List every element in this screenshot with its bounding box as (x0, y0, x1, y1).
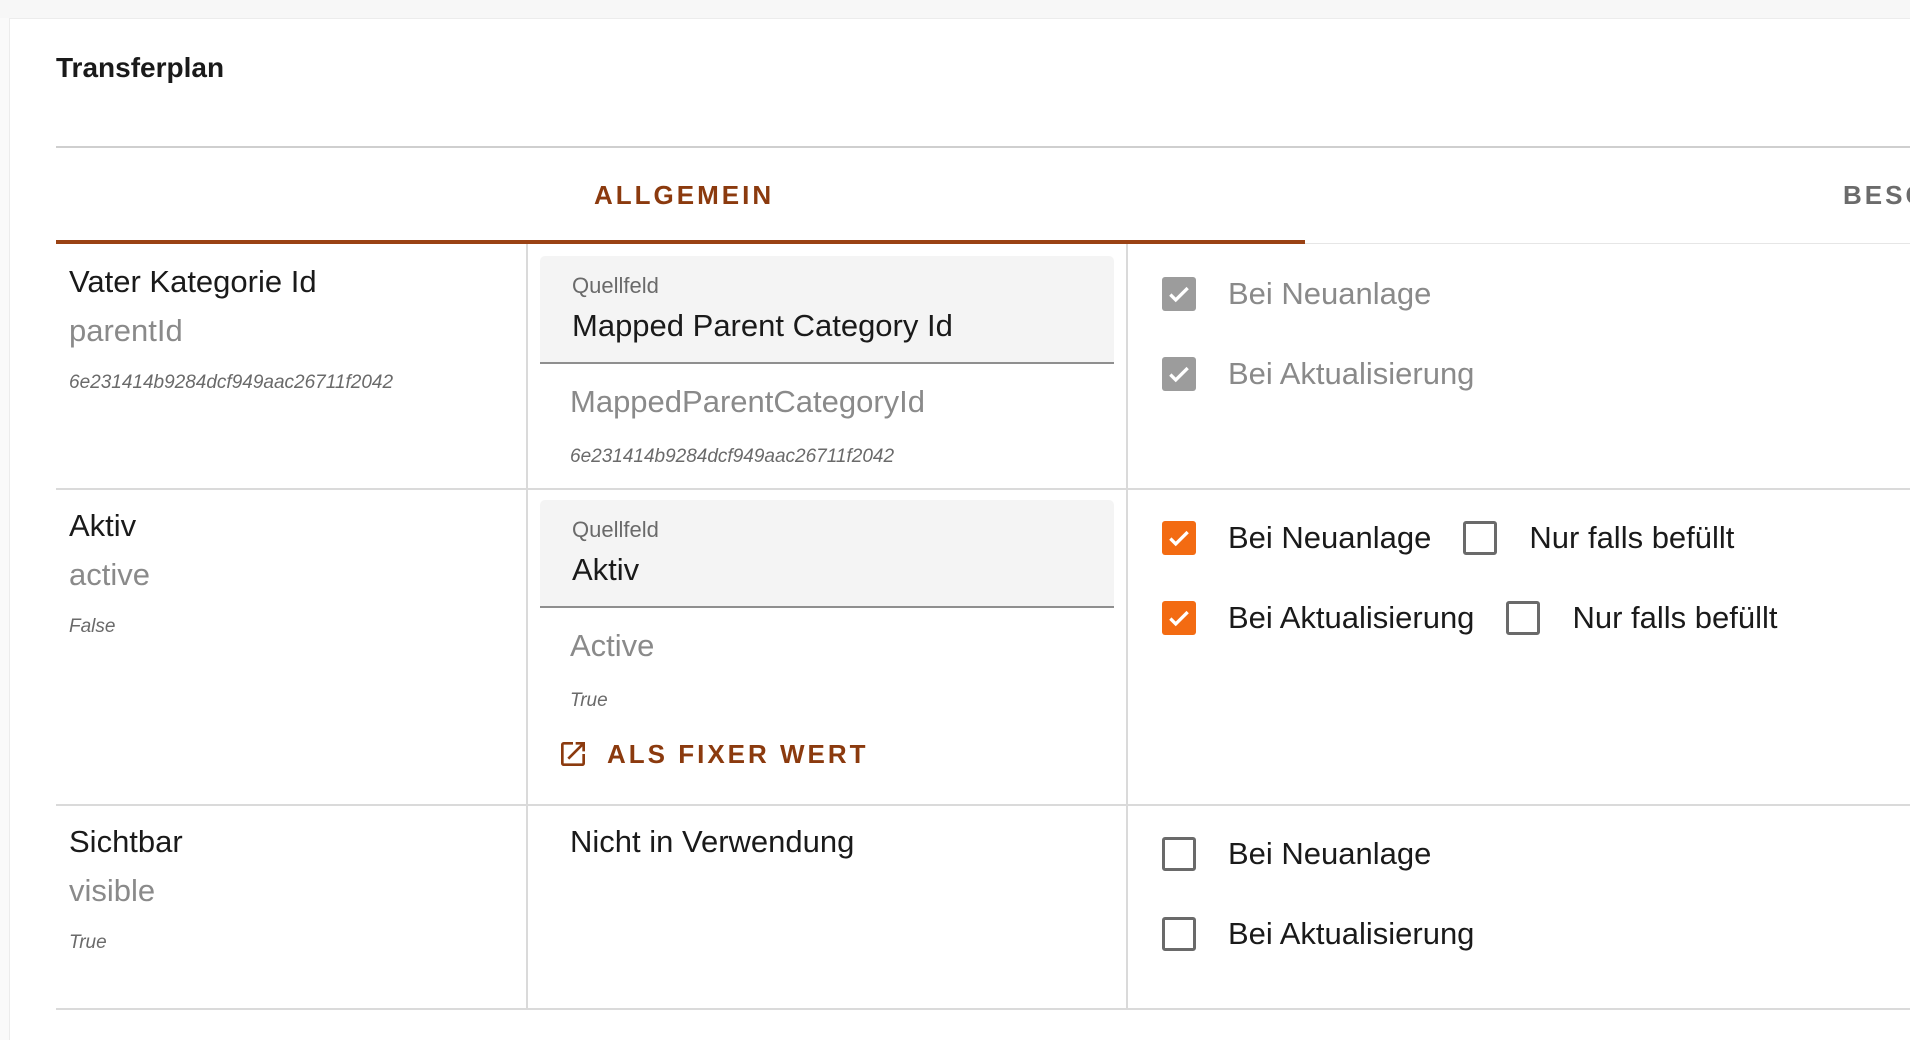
target-field-value: True (570, 690, 608, 711)
field-id: 6e231414b9284dcf949aac26711f2042 (69, 372, 394, 393)
left-edge (0, 18, 10, 1040)
checkbox-label: Bei Aktualisierung (1228, 916, 1475, 951)
option-on-create: Bei Neuanlage (1162, 276, 1431, 312)
row-divider (56, 1008, 1910, 1010)
checkbox-on-update[interactable] (1162, 917, 1196, 951)
mapping-grid: Vater Kategorie Id parentId 6e231414b928… (56, 244, 1910, 1010)
check-icon (1169, 530, 1189, 547)
column-divider (526, 244, 528, 1010)
target-field-value: 6e231414b9284dcf949aac26711f2042 (570, 446, 895, 467)
checkbox-label: Bei Aktualisierung (1228, 356, 1475, 391)
source-field-caption: Quellfeld (572, 273, 659, 298)
source-field-value: Mapped Parent Category Id (572, 308, 953, 343)
check-icon (1169, 286, 1189, 303)
field-key: parentId (69, 313, 183, 348)
checkbox-on-create[interactable] (1162, 837, 1196, 871)
source-field-caption: Quellfeld (572, 517, 659, 542)
check-icon (1169, 366, 1189, 383)
checkbox-on-create-only-if-filled[interactable] (1463, 521, 1498, 555)
as-fixed-value-button[interactable]: ALS FIXER WERT (557, 738, 869, 770)
option-on-update: Bei Aktualisierung (1162, 356, 1474, 392)
source-field-select[interactable]: Quellfeld Mapped Parent Category Id (540, 256, 1114, 364)
source-field-value: Aktiv (572, 552, 640, 587)
checkbox-label: Nur falls befüllt (1529, 520, 1735, 555)
top-bar (0, 0, 1910, 19)
row-divider (56, 804, 1910, 806)
checkbox-on-update-only-if-filled[interactable] (1506, 601, 1541, 635)
field-label: Sichtbar (69, 824, 183, 859)
checkbox-on-create[interactable] (1162, 277, 1196, 311)
not-in-use-text: Nicht in Verwendung (570, 824, 855, 859)
checkbox-label: Bei Aktualisierung (1228, 600, 1475, 635)
tab-allgemein[interactable]: ALLGEMEIN (594, 180, 774, 211)
option-on-update: Bei Aktualisierung Nur falls befüllt (1162, 600, 1777, 636)
option-on-update: Bei Aktualisierung (1162, 916, 1474, 952)
row-divider (56, 488, 1910, 490)
field-label: Vater Kategorie Id (69, 264, 317, 299)
checkbox-on-update[interactable] (1162, 601, 1196, 635)
as-fixed-value-label: ALS FIXER WERT (607, 738, 869, 769)
checkbox-label: Bei Neuanlage (1228, 520, 1432, 555)
title-divider (56, 146, 1910, 148)
column-divider (1126, 244, 1128, 1010)
option-on-create: Bei Neuanlage Nur falls befüllt (1162, 520, 1734, 556)
checkbox-label: Bei Neuanlage (1228, 276, 1432, 311)
field-key: visible (69, 873, 156, 908)
field-label: Aktiv (69, 508, 137, 543)
target-field-name: MappedParentCategoryId (570, 384, 926, 419)
field-id: True (69, 932, 107, 953)
field-id: False (69, 616, 116, 637)
checkbox-label: Nur falls befüllt (1572, 600, 1778, 635)
checkbox-label: Bei Neuanlage (1228, 836, 1432, 871)
checkbox-on-update[interactable] (1162, 357, 1196, 391)
checkbox-on-create[interactable] (1162, 521, 1196, 555)
field-key: active (69, 557, 150, 592)
open-in-new-icon (561, 742, 585, 766)
source-field-select[interactable]: Quellfeld Aktiv (540, 500, 1114, 608)
target-field-name: Active (570, 628, 655, 663)
check-icon (1169, 610, 1189, 627)
card-title: Transferplan (56, 52, 225, 83)
option-on-create: Bei Neuanlage (1162, 836, 1431, 872)
tab-beschreibung[interactable]: BESC (1843, 180, 1910, 211)
